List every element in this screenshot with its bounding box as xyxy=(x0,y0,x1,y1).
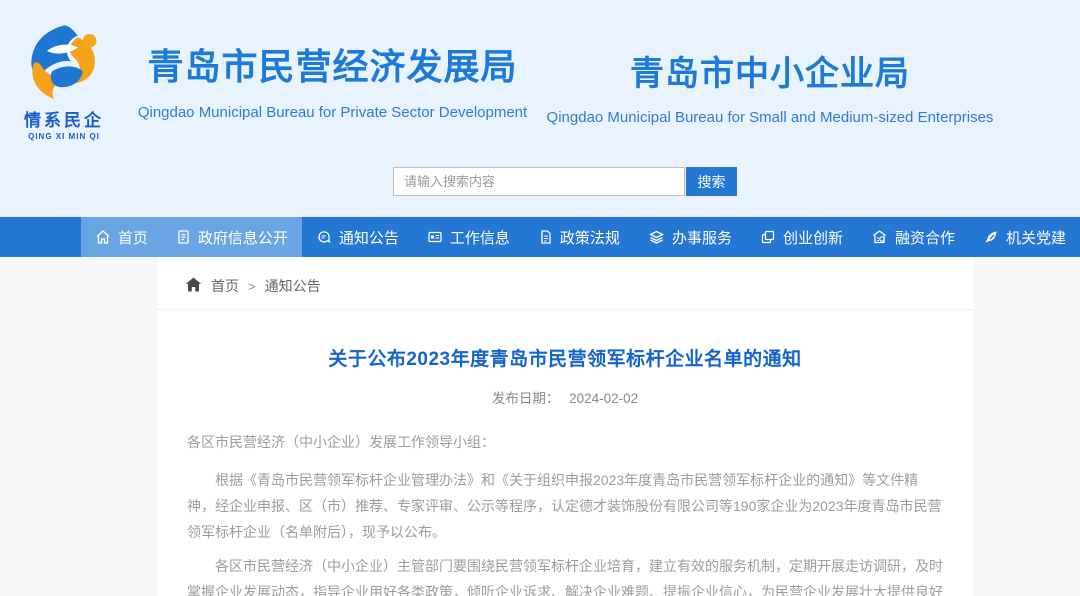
article-title: 关于公布2023年度青岛市民营领军标杆企业名单的通知 xyxy=(187,344,943,371)
document-icon xyxy=(538,229,553,245)
nav-spacer xyxy=(0,217,81,257)
paragraph-requirements: 各区市民营经济（中小企业）主管部门要围绕民营领军标杆企业培育，建立有效的服务机制… xyxy=(187,553,943,596)
breadcrumb-home-icon xyxy=(185,277,202,295)
nav-item-innovation[interactable]: 创业创新 xyxy=(746,217,857,257)
speech-bubble-icon xyxy=(316,229,332,245)
bureau-right-title: 青岛市中小企业局 xyxy=(530,46,1010,95)
bureau-right: 青岛市中小企业局 Qingdao Municipal Bureau for Sm… xyxy=(530,38,1010,126)
nav-item-notices[interactable]: 通知公告 xyxy=(302,217,413,257)
logo-text: 情系民企 xyxy=(10,106,118,131)
paragraph-announcement: 根据《青岛市民营领军标杆企业管理办法》和《关于组织申报2023年度青岛市民营领军… xyxy=(187,467,943,545)
date-value: 2024-02-02 xyxy=(569,391,638,406)
layers-icon xyxy=(648,229,665,245)
breadcrumb-home-link[interactable]: 首页 xyxy=(211,276,239,296)
paragraph-salutation: 各区市民营经济（中小企业）发展工作领导小组： xyxy=(187,429,943,455)
bureau-left-subtitle: Qingdao Municipal Bureau for Private Sec… xyxy=(135,104,530,121)
content-card: 首页 > 通知公告 关于公布2023年度青岛市民营领军标杆企业名单的通知 发布日… xyxy=(157,257,973,596)
article-body: 各区市民营经济（中小企业）发展工作领导小组： 根据《青岛市民营领军标杆企业管理办… xyxy=(187,429,943,596)
card-icon xyxy=(427,229,443,245)
bureau-right-subtitle: Qingdao Municipal Bureau for Small and M… xyxy=(530,109,1010,126)
nav-item-services[interactable]: 办事服务 xyxy=(634,217,746,257)
nav-item-financing[interactable]: 融资合作 xyxy=(857,217,969,257)
article: 关于公布2023年度青岛市民营领军标杆企业名单的通知 发布日期： 2024-02… xyxy=(157,344,973,596)
search-input[interactable] xyxy=(393,167,685,196)
bank-icon xyxy=(871,229,888,245)
search-button[interactable]: 搜索 xyxy=(686,167,737,196)
bureau-titles: 青岛市民营经济发展局 Qingdao Municipal Bureau for … xyxy=(0,0,1080,126)
nav-item-gov-info[interactable]: 政府信息公开 xyxy=(162,217,302,257)
document-list-icon xyxy=(176,229,191,245)
nav-item-home[interactable]: 首页 xyxy=(81,217,162,257)
bureau-left: 青岛市民营经济发展局 Qingdao Municipal Bureau for … xyxy=(135,38,530,126)
copy-squares-icon xyxy=(760,229,776,245)
logo-subtext: QING XI MIN QI xyxy=(10,132,118,141)
party-emblem-icon xyxy=(983,229,999,245)
date-label: 发布日期： xyxy=(492,391,560,406)
nav-item-party-building[interactable]: 机关党建 xyxy=(969,217,1080,257)
nav-item-work-info[interactable]: 工作信息 xyxy=(413,217,524,257)
main-area: 首页 > 通知公告 关于公布2023年度青岛市民营领军标杆企业名单的通知 发布日… xyxy=(0,257,1080,596)
search-bar: 搜索 xyxy=(393,167,737,196)
nav-item-policies[interactable]: 政策法规 xyxy=(524,217,634,257)
home-icon xyxy=(95,229,111,245)
bureau-left-title: 青岛市民营经济发展局 xyxy=(135,38,530,90)
site-logo: 情系民企 QING XI MIN QI xyxy=(10,22,118,141)
breadcrumb-current[interactable]: 通知公告 xyxy=(265,276,321,296)
main-nav: 首页 政府信息公开 通知公告 xyxy=(0,217,1080,257)
nav-highlight-group: 首页 政府信息公开 xyxy=(81,217,302,257)
logo-swirl-icon xyxy=(10,22,118,104)
site-header: 情系民企 QING XI MIN QI 青岛市民营经济发展局 Qingdao M… xyxy=(0,0,1080,217)
article-date: 发布日期： 2024-02-02 xyxy=(187,387,943,407)
breadcrumb: 首页 > 通知公告 xyxy=(157,257,973,310)
breadcrumb-separator: > xyxy=(248,279,256,294)
